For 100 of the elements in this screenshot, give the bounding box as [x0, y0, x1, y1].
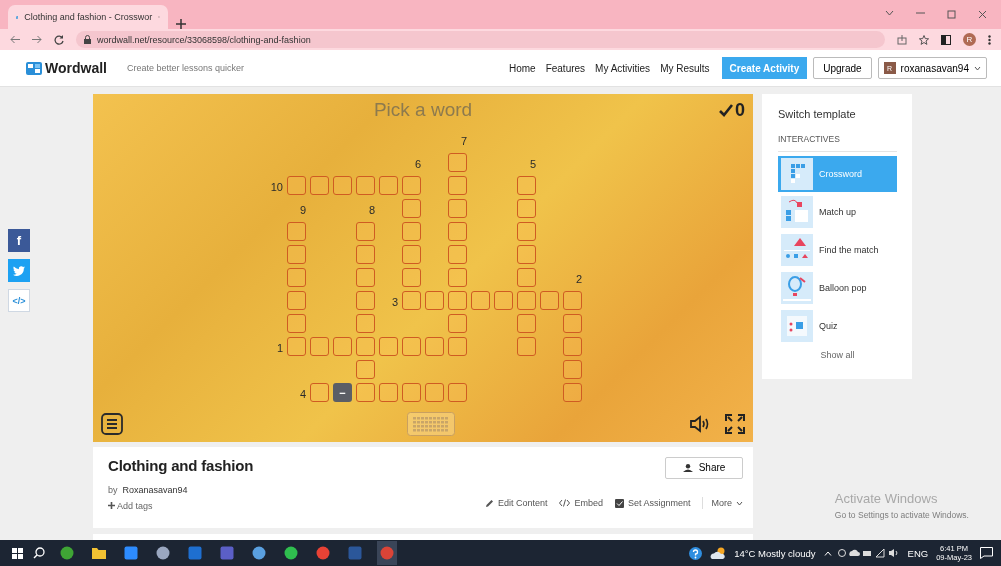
- crossword-cell[interactable]: [379, 337, 398, 356]
- app-icon[interactable]: [92, 546, 106, 560]
- crossword-cell[interactable]: [310, 337, 329, 356]
- profile-avatar[interactable]: R: [963, 33, 976, 46]
- crossword-cell[interactable]: [517, 268, 536, 287]
- crossword-cell[interactable]: [448, 176, 467, 195]
- twitter-share-button[interactable]: [8, 259, 30, 282]
- crossword-cell[interactable]: [448, 245, 467, 264]
- crossword-cell[interactable]: [402, 268, 421, 287]
- crossword-cell[interactable]: [356, 383, 375, 402]
- side-panel-icon[interactable]: [941, 34, 951, 45]
- share-icon[interactable]: [897, 34, 907, 45]
- crossword-cell[interactable]: [310, 383, 329, 402]
- crossword-cell[interactable]: [563, 337, 582, 356]
- crossword-cell[interactable]: [517, 314, 536, 333]
- crossword-cell[interactable]: [287, 222, 306, 241]
- notification-icon[interactable]: [980, 547, 993, 559]
- crossword-cell[interactable]: [333, 176, 352, 195]
- crossword-cell[interactable]: [356, 314, 375, 333]
- active-cell[interactable]: −: [333, 383, 352, 402]
- crossword-cell[interactable]: [448, 153, 467, 172]
- crossword-cell[interactable]: [540, 291, 559, 310]
- language-indicator[interactable]: ENG: [907, 547, 929, 559]
- facebook-share-button[interactable]: f: [8, 229, 30, 252]
- crossword-cell[interactable]: [402, 222, 421, 241]
- app-icon[interactable]: [60, 546, 74, 560]
- crossword-cell[interactable]: [356, 360, 375, 379]
- star-icon[interactable]: [919, 34, 929, 45]
- crossword-cell[interactable]: [517, 291, 536, 310]
- forward-arrow-icon[interactable]: [32, 35, 42, 44]
- crossword-cell[interactable]: [448, 314, 467, 333]
- fullscreen-icon[interactable]: [725, 413, 745, 434]
- crossword-cell[interactable]: [287, 268, 306, 287]
- crossword-cell[interactable]: [494, 291, 513, 310]
- app-icon[interactable]: [124, 546, 138, 560]
- crossword-cell[interactable]: [563, 291, 582, 310]
- crossword-cell[interactable]: [448, 199, 467, 218]
- embed-button[interactable]: </>: [8, 289, 30, 312]
- crossword-cell[interactable]: [287, 176, 306, 195]
- crossword-cell[interactable]: [471, 291, 490, 310]
- app-icon[interactable]: [316, 546, 330, 560]
- crossword-cell[interactable]: [356, 337, 375, 356]
- crossword-cell[interactable]: [287, 314, 306, 333]
- crossword-cell[interactable]: [287, 245, 306, 264]
- address-bar[interactable]: wordwall.net/resource/33068598/clothing-and-fashion: [76, 31, 885, 48]
- minimize-icon[interactable]: [916, 10, 925, 16]
- crossword-cell[interactable]: [517, 222, 536, 241]
- menu-icon[interactable]: [101, 412, 123, 435]
- template-item[interactable]: Find the match: [778, 232, 897, 268]
- show-all-link[interactable]: Show all: [820, 350, 855, 360]
- crossword-cell[interactable]: [287, 337, 306, 356]
- upgrade-button[interactable]: Upgrade: [813, 57, 872, 79]
- crossword-cell[interactable]: [310, 176, 329, 195]
- chevron-down-icon[interactable]: [885, 10, 894, 16]
- crossword-cell[interactable]: [402, 291, 421, 310]
- crossword-cell[interactable]: [425, 337, 444, 356]
- crossword-cell[interactable]: [356, 245, 375, 264]
- action-link[interactable]: Embed: [559, 498, 603, 509]
- crossword-cell[interactable]: [356, 291, 375, 310]
- browser-tab[interactable]: Clothing and fashion - Crosswor: [8, 5, 168, 29]
- author-link[interactable]: Roxanasavan94: [122, 484, 188, 495]
- app-icon[interactable]: [252, 546, 266, 560]
- crossword-cell[interactable]: [425, 383, 444, 402]
- template-item[interactable]: Balloon pop: [778, 270, 897, 306]
- speaker-icon[interactable]: [689, 414, 711, 433]
- crossword-cell[interactable]: [448, 383, 467, 402]
- crossword-cell[interactable]: [402, 199, 421, 218]
- crossword-cell[interactable]: [517, 176, 536, 195]
- crossword-cell[interactable]: [379, 383, 398, 402]
- new-tab-icon[interactable]: [176, 19, 186, 29]
- action-link[interactable]: Set Assignment: [614, 498, 691, 509]
- share-button[interactable]: Share: [665, 456, 743, 479]
- crossword-cell[interactable]: [448, 222, 467, 241]
- crossword-cell[interactable]: [517, 199, 536, 218]
- crossword-cell[interactable]: [402, 383, 421, 402]
- crossword-cell[interactable]: [379, 176, 398, 195]
- crossword-cell[interactable]: [356, 268, 375, 287]
- template-item[interactable]: Match up: [778, 194, 897, 230]
- back-arrow-icon[interactable]: [10, 35, 20, 44]
- keyboard-icon[interactable]: [407, 411, 455, 436]
- more-options-icon[interactable]: [988, 34, 991, 45]
- reload-icon[interactable]: [54, 34, 64, 45]
- weather-text[interactable]: 14°C Mostly cloudy: [734, 547, 816, 559]
- nav-link[interactable]: My Activities: [595, 62, 651, 74]
- template-item[interactable]: Quiz: [778, 308, 897, 344]
- tray-icons-drawing[interactable]: [837, 548, 900, 558]
- maximize-icon[interactable]: [947, 10, 956, 19]
- weather-cloud-icon[interactable]: [710, 547, 727, 559]
- windows-start-icon[interactable]: [12, 547, 23, 559]
- search-icon[interactable]: [33, 547, 45, 559]
- crossword-cell[interactable]: [425, 291, 444, 310]
- crossword-cell[interactable]: [563, 360, 582, 379]
- add-tags-link[interactable]: Add tags: [108, 500, 485, 511]
- crossword-cell[interactable]: [333, 337, 352, 356]
- crossword-cell[interactable]: [356, 222, 375, 241]
- help-icon[interactable]: [689, 546, 703, 560]
- crossword-cell[interactable]: [448, 337, 467, 356]
- crossword-cell[interactable]: [448, 268, 467, 287]
- crossword-cell[interactable]: [402, 176, 421, 195]
- crossword-cell[interactable]: [356, 176, 375, 195]
